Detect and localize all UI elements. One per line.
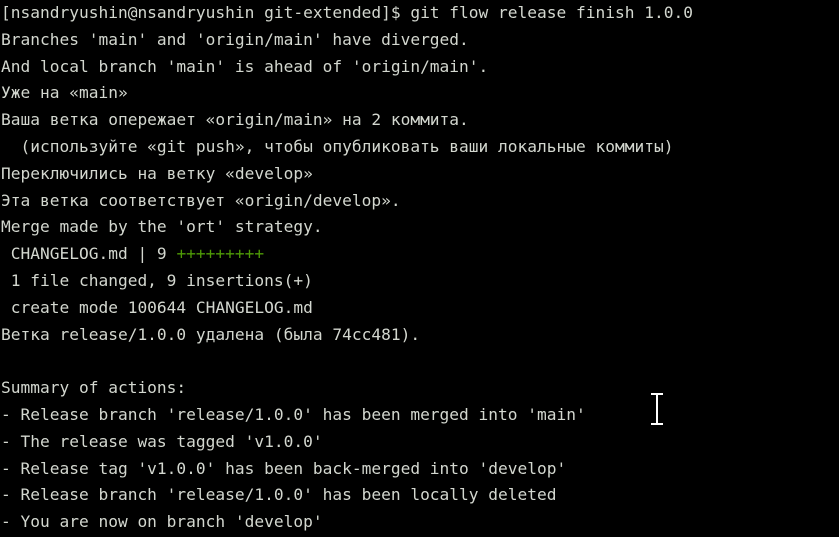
terminal-line: Уже на «main»	[1, 83, 128, 103]
diffstat-file: CHANGELOG.md | 9	[1, 244, 177, 264]
terminal-line: - Release branch 'release/1.0.0' has bee…	[1, 404, 586, 424]
terminal-line: Ваша ветка опережает «origin/main» на 2 …	[1, 110, 469, 130]
diffstat-insertions: +++++++++	[176, 244, 265, 264]
terminal-line: Переключились на ветку «develop»	[1, 163, 313, 183]
terminal-line: (используйте «git push», чтобы опубликов…	[1, 136, 674, 156]
terminal-window[interactable]: [nsandryushin@nsandryushin git-extended]…	[0, 0, 839, 537]
terminal-line: Ветка release/1.0.0 удалена (была 74cc48…	[1, 324, 421, 344]
terminal-line-prompt: [nsandryushin@nsandryushin git-extended]…	[1, 3, 693, 22]
terminal-line-diffstat: CHANGELOG.md | 9 +++++++++	[0, 241, 839, 268]
terminal-line: 1 file changed, 9 insertions(+)	[1, 270, 313, 290]
terminal-line: - You are now on branch 'develop'	[1, 512, 323, 532]
terminal-line: And local branch 'main' is ahead of 'ori…	[1, 56, 489, 76]
terminal-line: Merge made by the 'ort' strategy.	[1, 217, 323, 237]
terminal-line: Summary of actions:	[1, 378, 187, 398]
terminal-line: Branches 'main' and 'origin/main' have d…	[1, 29, 469, 49]
terminal-line: create mode 100644 CHANGELOG.md	[1, 297, 313, 317]
text-ibeam-cursor-icon	[649, 392, 665, 426]
terminal-line: - Release tag 'v1.0.0' has been back-mer…	[1, 458, 567, 478]
terminal-line: Эта ветка соответствует «origin/develop»…	[1, 190, 401, 210]
terminal-line: - Release branch 'release/1.0.0' has bee…	[1, 485, 557, 505]
terminal-line: - The release was tagged 'v1.0.0'	[1, 431, 323, 451]
